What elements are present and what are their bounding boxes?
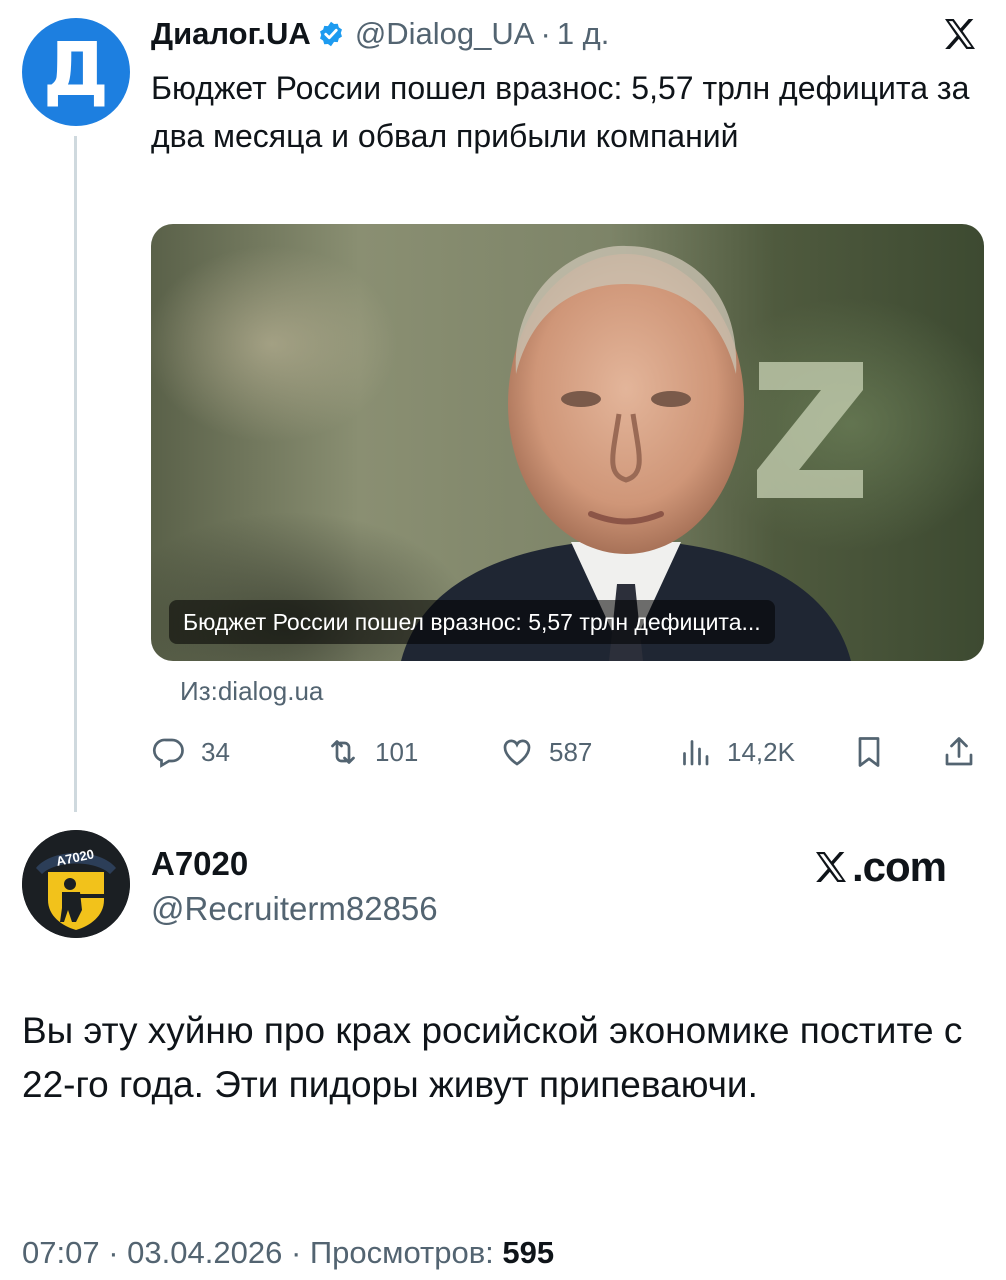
reply-button[interactable]: 34 xyxy=(151,730,230,774)
article-photo xyxy=(401,245,851,661)
link-card[interactable]: Бюджет России пошел вразнос: 5,57 трлн д… xyxy=(151,224,984,661)
bookmark-button[interactable] xyxy=(851,730,887,774)
views-count: 14,2K xyxy=(727,736,795,767)
repost-icon xyxy=(331,740,355,764)
post-author-name[interactable]: A7020 xyxy=(151,845,248,883)
quoted-tweet-text: Бюджет России пошел вразнос: 5,57 трлн д… xyxy=(151,70,970,154)
reply-icon xyxy=(152,738,184,768)
separator-dot: · xyxy=(540,16,551,51)
repost-count: 101 xyxy=(375,736,419,767)
views-button[interactable]: 14,2K xyxy=(677,730,795,774)
card-source[interactable]: Из:dialog.ua xyxy=(180,676,323,707)
bookmark-icon xyxy=(858,737,880,767)
post-meta: 07:07 · 03.04.2026 · Просмотров: 595 xyxy=(22,1235,554,1271)
x-logo-icon xyxy=(816,852,846,882)
a7020-avatar[interactable]: A7020 xyxy=(22,830,130,938)
dialog-ua-avatar[interactable]: Д xyxy=(22,18,130,126)
x-com-brand: .com xyxy=(810,842,947,892)
like-button[interactable]: 587 xyxy=(499,730,592,774)
share-icon xyxy=(945,737,973,766)
verified-badge-icon xyxy=(319,21,342,47)
post-time[interactable]: 07:07 xyxy=(22,1235,100,1270)
post-author-handle[interactable]: @Recruiterm82856 xyxy=(151,890,438,928)
a7020-badge-icon: A7020 xyxy=(22,830,130,938)
repost-button[interactable]: 101 xyxy=(325,730,418,774)
meta-separator: · xyxy=(290,1235,302,1270)
quoted-author-name[interactable]: Диалог.UA xyxy=(151,16,311,52)
reply-count: 34 xyxy=(201,736,230,767)
like-count: 587 xyxy=(549,736,593,767)
views-icon xyxy=(683,740,709,766)
post-text: Вы эту хуйню про крах росийской экономик… xyxy=(22,1010,963,1105)
x-logo-icon[interactable] xyxy=(940,14,980,54)
avatar-letter: Д xyxy=(43,27,109,113)
share-button[interactable] xyxy=(941,730,977,774)
thread-line xyxy=(74,136,77,812)
meta-separator: · xyxy=(108,1235,119,1270)
post-date[interactable]: 03.04.2026 xyxy=(127,1235,282,1270)
quoted-timestamp[interactable]: 1 д. xyxy=(557,16,610,52)
quoted-header: Диалог.UA @Dialog_UA · 1 д. xyxy=(151,14,609,54)
card-caption: Бюджет России пошел вразнос: 5,57 трлн д… xyxy=(169,600,775,644)
brand-domain: .com xyxy=(852,843,947,890)
quoted-actions-bar: 34 101 587 14,2K xyxy=(151,730,986,774)
views-label: Просмотров: xyxy=(309,1235,494,1270)
post-views-count: 595 xyxy=(502,1235,555,1270)
quoted-author-handle[interactable]: @Dialog_UA xyxy=(355,16,535,52)
like-icon xyxy=(503,739,531,766)
